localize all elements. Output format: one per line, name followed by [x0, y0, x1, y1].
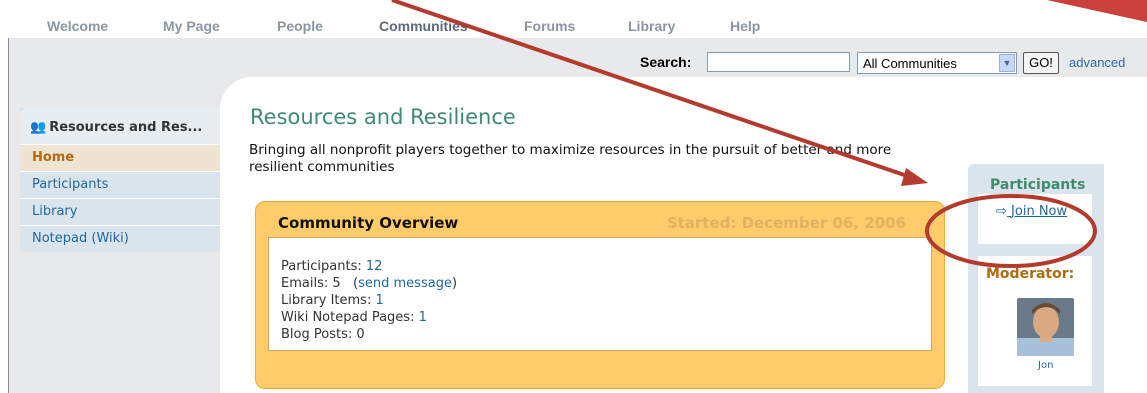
annotation-arrow-line: [391, 0, 914, 180]
annotation-circle: [925, 194, 1097, 268]
annotation-arrowhead: [901, 168, 928, 186]
annotation-overlay: [391, 0, 1097, 268]
